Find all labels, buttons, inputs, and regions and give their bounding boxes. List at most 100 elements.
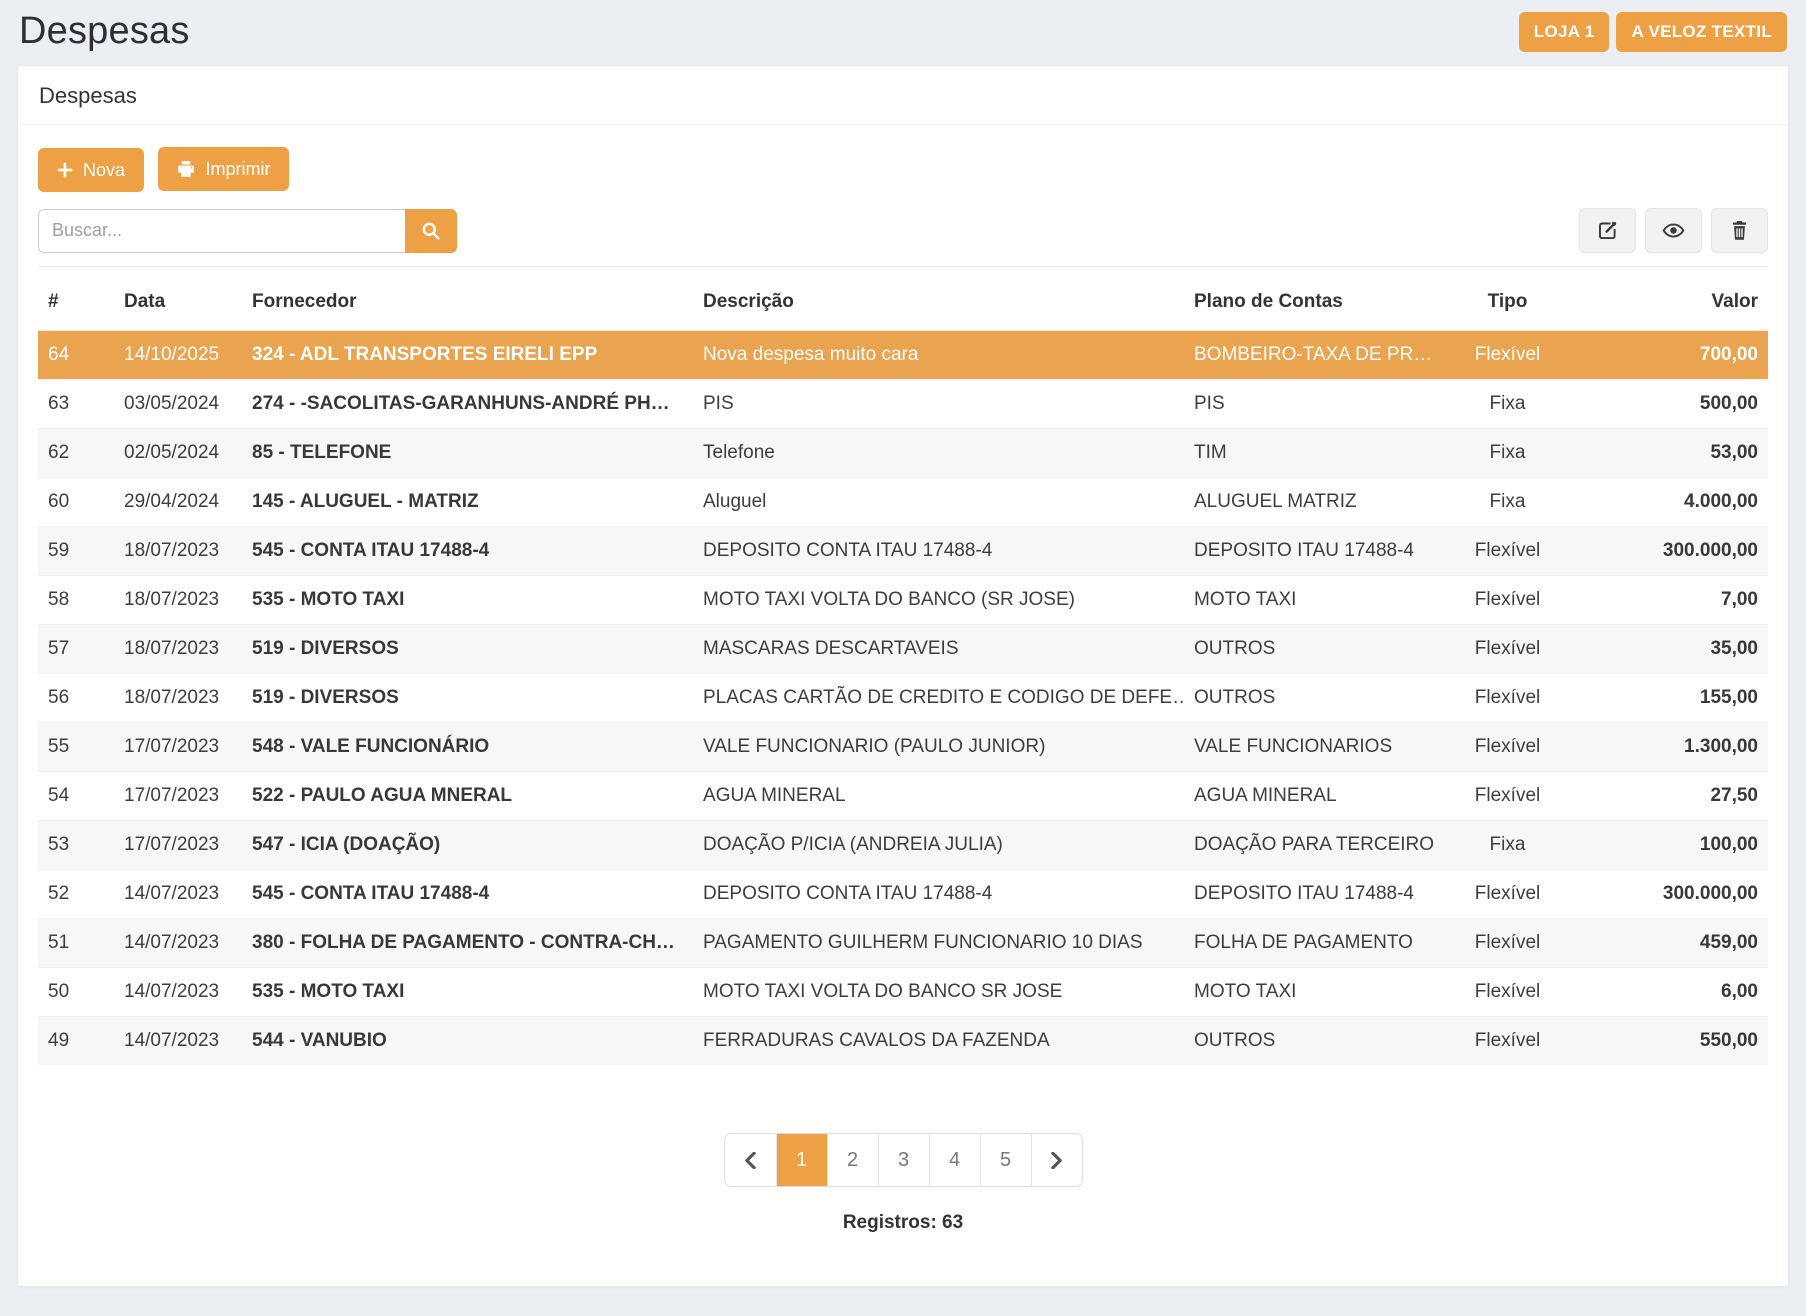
cell-date: 14/07/2023	[114, 1017, 242, 1066]
plus-icon	[57, 162, 73, 178]
table-row[interactable]: 5918/07/2023545 - CONTA ITAU 17488-4DEPO…	[38, 527, 1768, 576]
cell-date: 03/05/2024	[114, 380, 242, 429]
search-icon	[421, 221, 441, 241]
table-row[interactable]: 6029/04/2024145 - ALUGUEL - MATRIZAlugue…	[38, 478, 1768, 527]
column-header[interactable]: Plano de Contas	[1184, 267, 1444, 331]
cell-plan: OUTROS	[1184, 674, 1444, 723]
cell-supplier: 324 - ADL TRANSPORTES EIRELI EPP	[242, 331, 693, 380]
search-button[interactable]	[405, 209, 457, 253]
column-header[interactable]: Valor	[1571, 267, 1768, 331]
cell-id: 49	[38, 1017, 114, 1066]
cell-type: Flexível	[1444, 1017, 1571, 1066]
cell-plan: BOMBEIRO-TAXA DE PR…	[1184, 331, 1444, 380]
store-badge[interactable]: LOJA 1	[1519, 12, 1610, 52]
cell-supplier: 519 - DIVERSOS	[242, 625, 693, 674]
cell-value: 700,00	[1571, 331, 1768, 380]
cell-value: 100,00	[1571, 821, 1768, 870]
column-header[interactable]: Fornecedor	[242, 267, 693, 331]
column-header[interactable]: #	[38, 267, 114, 331]
cell-description: DEPOSITO CONTA ITAU 17488-4	[693, 870, 1184, 919]
cell-id: 60	[38, 478, 114, 527]
cell-supplier: 548 - VALE FUNCIONÁRIO	[242, 723, 693, 772]
cell-plan: OUTROS	[1184, 625, 1444, 674]
table-row[interactable]: 5818/07/2023535 - MOTO TAXIMOTO TAXI VOL…	[38, 576, 1768, 625]
cell-id: 53	[38, 821, 114, 870]
cell-value: 459,00	[1571, 919, 1768, 968]
new-expense-label: Nova	[83, 160, 125, 181]
table-row[interactable]: 6414/10/2025324 - ADL TRANSPORTES EIRELI…	[38, 331, 1768, 380]
cell-plan: VALE FUNCIONARIOS	[1184, 723, 1444, 772]
cell-date: 14/07/2023	[114, 870, 242, 919]
table-row[interactable]: 5114/07/2023380 - FOLHA DE PAGAMENTO - C…	[38, 919, 1768, 968]
table-row[interactable]: 5214/07/2023545 - CONTA ITAU 17488-4DEPO…	[38, 870, 1768, 919]
pagination-prev-button[interactable]	[725, 1134, 776, 1186]
cell-date: 18/07/2023	[114, 576, 242, 625]
cell-id: 57	[38, 625, 114, 674]
cell-date: 18/07/2023	[114, 527, 242, 576]
pagination-page-1[interactable]: 1	[776, 1134, 827, 1186]
cell-id: 62	[38, 429, 114, 478]
cell-description: DOAÇÃO P/ICIA (ANDREIA JULIA)	[693, 821, 1184, 870]
column-header[interactable]: Tipo	[1444, 267, 1571, 331]
print-label: Imprimir	[205, 159, 270, 180]
cell-date: 18/07/2023	[114, 674, 242, 723]
print-button[interactable]: Imprimir	[158, 147, 289, 191]
cell-id: 51	[38, 919, 114, 968]
cell-plan: MOTO TAXI	[1184, 576, 1444, 625]
column-header[interactable]: Descrição	[693, 267, 1184, 331]
pagination-page-3[interactable]: 3	[878, 1134, 929, 1186]
table-row[interactable]: 5014/07/2023535 - MOTO TAXIMOTO TAXI VOL…	[38, 968, 1768, 1017]
column-header[interactable]: Data	[114, 267, 242, 331]
cell-type: Flexível	[1444, 331, 1571, 380]
table-row[interactable]: 5417/07/2023522 - PAULO AGUA MNERALAGUA …	[38, 772, 1768, 821]
cell-supplier: 274 - -SACOLITAS-GARANHUNS-ANDRÉ PH…	[242, 380, 693, 429]
cell-date: 17/07/2023	[114, 723, 242, 772]
cell-value: 35,00	[1571, 625, 1768, 674]
pagination-page-5[interactable]: 5	[980, 1134, 1031, 1186]
cell-plan: DEPOSITO ITAU 17488-4	[1184, 870, 1444, 919]
table-row[interactable]: 5317/07/2023547 - ICIA (DOAÇÃO)DOAÇÃO P/…	[38, 821, 1768, 870]
table-row[interactable]: 5718/07/2023519 - DIVERSOSMASCARAS DESCA…	[38, 625, 1768, 674]
cell-date: 14/07/2023	[114, 968, 242, 1017]
cell-plan: DEPOSITO ITAU 17488-4	[1184, 527, 1444, 576]
table-row[interactable]: 5618/07/2023519 - DIVERSOSPLACAS CARTÃO …	[38, 674, 1768, 723]
cell-value: 27,50	[1571, 772, 1768, 821]
cell-description: PLACAS CARTÃO DE CREDITO E CODIGO DE DEF…	[693, 674, 1184, 723]
cell-type: Flexível	[1444, 870, 1571, 919]
cell-id: 50	[38, 968, 114, 1017]
table-row[interactable]: 6303/05/2024274 - -SACOLITAS-GARANHUNS-A…	[38, 380, 1768, 429]
cell-date: 14/07/2023	[114, 919, 242, 968]
new-expense-button[interactable]: Nova	[38, 148, 144, 192]
cell-date: 14/10/2025	[114, 331, 242, 380]
cell-value: 6,00	[1571, 968, 1768, 1017]
toolbar: Nova Imprimir	[38, 147, 1768, 192]
cell-type: Flexível	[1444, 625, 1571, 674]
delete-button[interactable]	[1711, 208, 1768, 253]
cell-supplier: 145 - ALUGUEL - MATRIZ	[242, 478, 693, 527]
view-button[interactable]	[1645, 208, 1702, 253]
cell-date: 17/07/2023	[114, 821, 242, 870]
row-action-buttons	[1579, 208, 1768, 253]
table-row[interactable]: 5517/07/2023548 - VALE FUNCIONÁRIO VALE F…	[38, 723, 1768, 772]
cell-type: Fixa	[1444, 380, 1571, 429]
printer-icon	[177, 160, 195, 178]
table-row[interactable]: 6202/05/202485 - TELEFONETelefoneTIMFixa…	[38, 429, 1768, 478]
edit-button[interactable]	[1579, 208, 1636, 253]
page-title: Despesas	[19, 10, 190, 53]
pagination-page-4[interactable]: 4	[929, 1134, 980, 1186]
pagination-page-2[interactable]: 2	[827, 1134, 878, 1186]
cell-id: 55	[38, 723, 114, 772]
pagination-next-button[interactable]	[1031, 1134, 1082, 1186]
store-badge[interactable]: A VELOZ TEXTIL	[1616, 12, 1787, 52]
search-input[interactable]	[38, 209, 405, 253]
cell-description: MASCARAS DESCARTAVEIS	[693, 625, 1184, 674]
cell-description: FERRADURAS CAVALOS DA FAZENDA	[693, 1017, 1184, 1066]
cell-description: MOTO TAXI VOLTA DO BANCO (SR JOSE)	[693, 576, 1184, 625]
chevron-left-icon	[744, 1152, 757, 1169]
cell-type: Fixa	[1444, 429, 1571, 478]
cell-type: Fixa	[1444, 478, 1571, 527]
cell-date: 17/07/2023	[114, 772, 242, 821]
table-row[interactable]: 4914/07/2023544 - VANUBIOFERRADURAS CAVA…	[38, 1017, 1768, 1066]
records-count: Registros: 63	[38, 1212, 1768, 1234]
cell-plan: DOAÇÃO PARA TERCEIRO	[1184, 821, 1444, 870]
